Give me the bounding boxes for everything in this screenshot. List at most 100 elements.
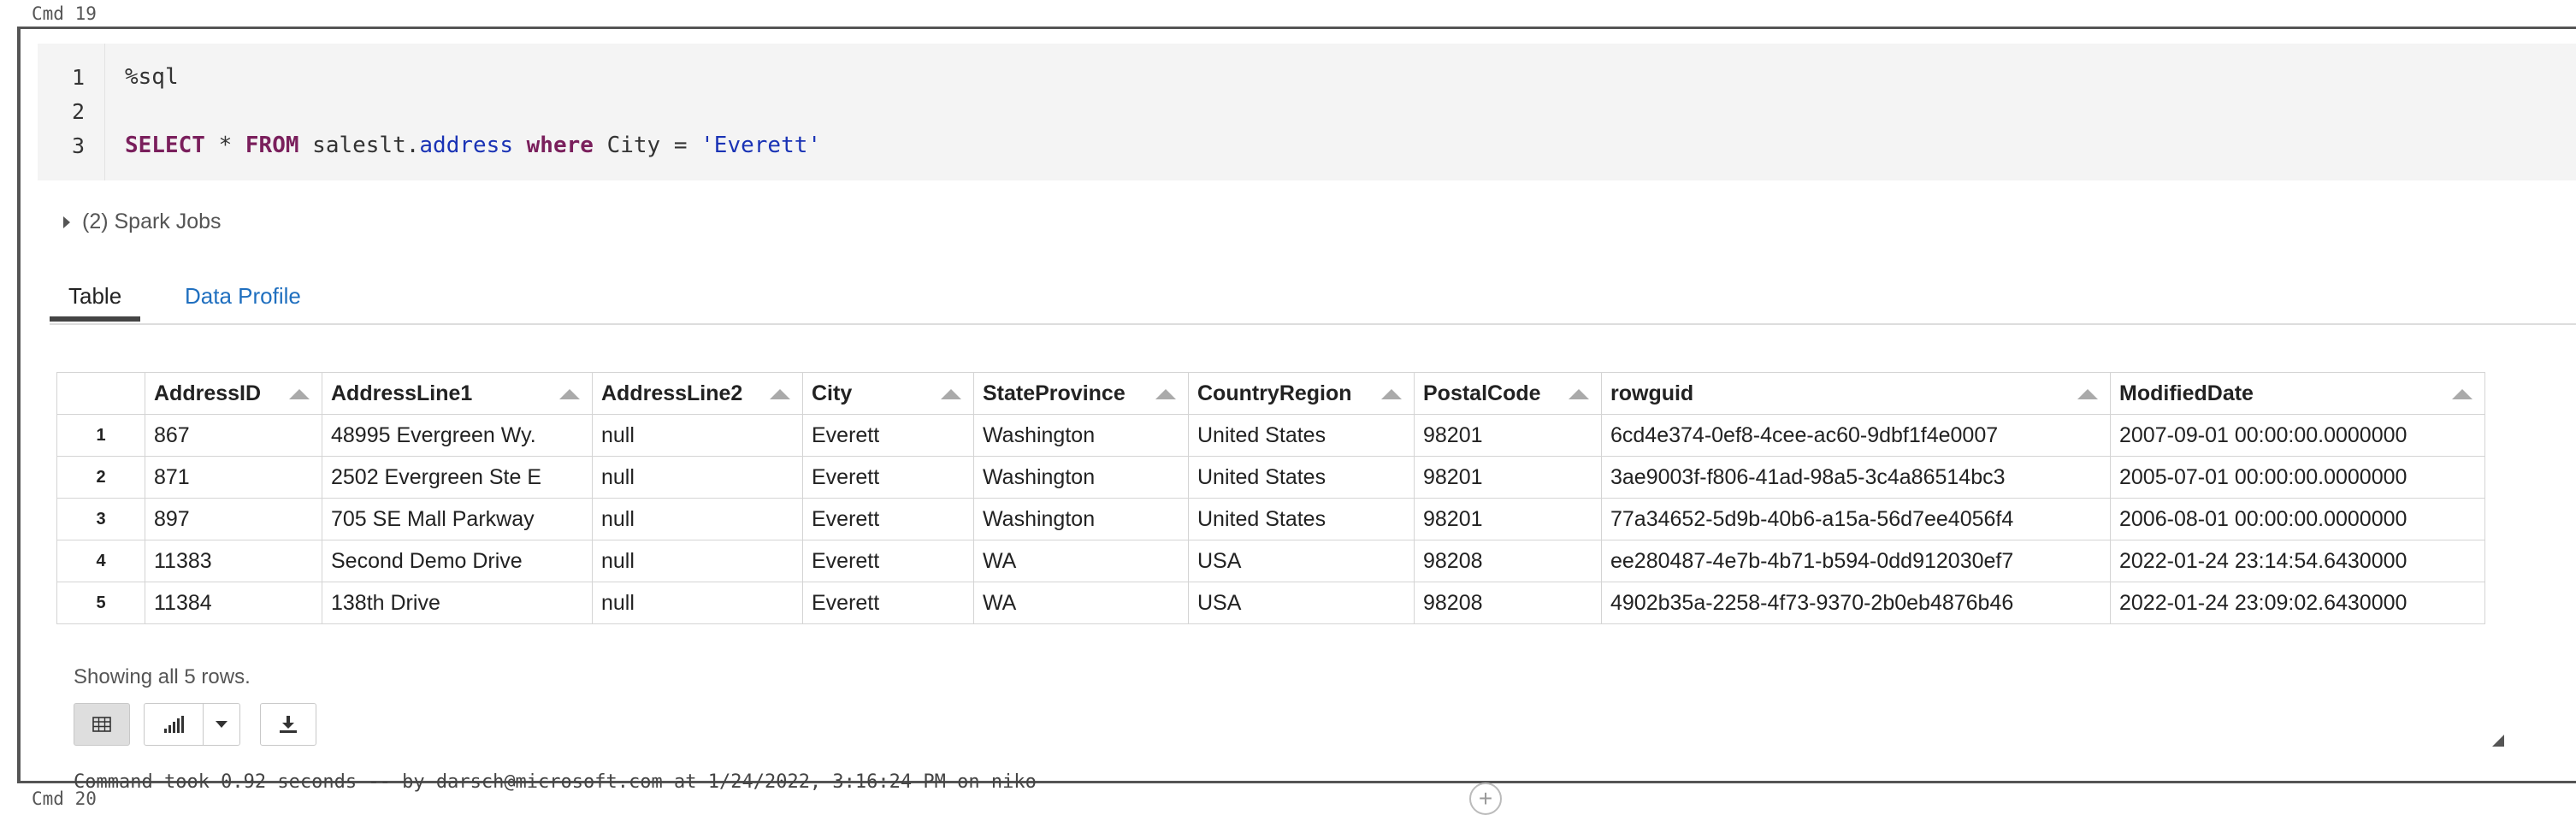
table-cell: null bbox=[592, 498, 803, 540]
sort-ascending-icon[interactable] bbox=[2452, 389, 2473, 399]
table-cell: Everett bbox=[802, 456, 974, 499]
column-header-addressline1[interactable]: AddressLine1 bbox=[322, 372, 593, 415]
table-cell: Washington bbox=[973, 414, 1189, 457]
tab-table[interactable]: Table bbox=[50, 279, 141, 322]
table-cell: United States bbox=[1188, 498, 1415, 540]
column-header-label: rowguid bbox=[1610, 381, 1694, 405]
column-header-addressline2[interactable]: AddressLine2 bbox=[592, 372, 803, 415]
table-row: 2 871 2502 Evergreen Ste E null Everett … bbox=[56, 456, 2485, 499]
table-cell: null bbox=[592, 414, 803, 457]
table-cell: 2502 Evergreen Ste E bbox=[322, 456, 593, 499]
sort-ascending-icon[interactable] bbox=[289, 389, 310, 399]
table-cell: 11384 bbox=[145, 582, 322, 624]
table-cell: null bbox=[592, 582, 803, 624]
column-header-city[interactable]: City bbox=[802, 372, 974, 415]
line-gutter: 1 2 3 bbox=[38, 44, 105, 180]
column-header-postalcode[interactable]: PostalCode bbox=[1414, 372, 1602, 415]
table-cell: null bbox=[592, 540, 803, 582]
sort-ascending-icon[interactable] bbox=[941, 389, 961, 399]
resize-handle[interactable] bbox=[2492, 735, 2504, 747]
results-table: AddressID AddressLine1 AddressLine2 City… bbox=[56, 372, 2485, 624]
table-cell: 98208 bbox=[1414, 582, 1602, 624]
result-tabs: Table Data Profile bbox=[50, 279, 2576, 325]
download-button[interactable] bbox=[260, 703, 316, 746]
code-editor[interactable]: 1 2 3 %sql SELECT * FROM saleslt.address… bbox=[38, 44, 2576, 180]
table-cell: Everett bbox=[802, 540, 974, 582]
notebook-cell: 1 2 3 %sql SELECT * FROM saleslt.address… bbox=[17, 27, 2576, 793]
line-number: 1 bbox=[72, 65, 86, 90]
column-header-label: StateProvince bbox=[983, 381, 1126, 405]
column-header-label: City bbox=[812, 381, 853, 405]
sort-ascending-icon[interactable] bbox=[559, 389, 580, 399]
sort-ascending-icon[interactable] bbox=[1381, 389, 1402, 399]
table-row: 3 897 705 SE Mall Parkway null Everett W… bbox=[56, 498, 2485, 540]
column-header-stateprovince[interactable]: StateProvince bbox=[973, 372, 1189, 415]
table-cell: 2005-07-01 00:00:00.0000000 bbox=[2110, 456, 2485, 499]
column-header-addressid[interactable]: AddressID bbox=[145, 372, 322, 415]
row-index: 2 bbox=[56, 456, 145, 499]
table-cell: 2007-09-01 00:00:00.0000000 bbox=[2110, 414, 2485, 457]
add-cell-button[interactable]: + bbox=[1469, 783, 1502, 815]
table-cell: 98201 bbox=[1414, 498, 1602, 540]
table-cell: 2006-08-01 00:00:00.0000000 bbox=[2110, 498, 2485, 540]
row-count-status: Showing all 5 rows. bbox=[74, 665, 251, 688]
row-index-header bbox=[56, 372, 145, 415]
sort-ascending-icon[interactable] bbox=[1155, 389, 1176, 399]
tab-data-profile[interactable]: Data Profile bbox=[166, 279, 320, 322]
code-schema: saleslt. bbox=[298, 133, 420, 158]
bar-chart-icon bbox=[164, 716, 184, 733]
column-header-label: AddressLine1 bbox=[331, 381, 473, 405]
row-index: 3 bbox=[56, 498, 145, 540]
column-header-label: AddressLine2 bbox=[601, 381, 743, 405]
line-number: 3 bbox=[72, 133, 86, 158]
sort-ascending-icon[interactable] bbox=[770, 389, 790, 399]
table-row: 4 11383 Second Demo Drive null Everett W… bbox=[56, 540, 2485, 582]
table-header-row: AddressID AddressLine1 AddressLine2 City… bbox=[56, 372, 2485, 415]
code-table-name: address bbox=[419, 133, 513, 158]
sort-ascending-icon[interactable] bbox=[1569, 389, 1589, 399]
table-cell: Second Demo Drive bbox=[322, 540, 593, 582]
line-number: 2 bbox=[72, 99, 86, 124]
table-cell: 98201 bbox=[1414, 414, 1602, 457]
table-cell: 98208 bbox=[1414, 540, 1602, 582]
table-view-icon bbox=[92, 717, 111, 732]
chart-type-dropdown[interactable] bbox=[203, 703, 240, 746]
table-cell: null bbox=[592, 456, 803, 499]
table-row: 1 867 48995 Evergreen Wy. null Everett W… bbox=[56, 414, 2485, 457]
code-condition: City = bbox=[593, 133, 701, 158]
cell-label-bottom: Cmd 20 bbox=[32, 788, 97, 809]
row-index: 5 bbox=[56, 582, 145, 624]
column-header-label: AddressID bbox=[154, 381, 262, 405]
column-header-label: PostalCode bbox=[1423, 381, 1541, 405]
plus-icon: + bbox=[1478, 785, 1493, 812]
chevron-down-icon bbox=[216, 721, 227, 728]
row-index: 1 bbox=[56, 414, 145, 457]
table-cell: WA bbox=[973, 540, 1189, 582]
table-cell: Everett bbox=[802, 498, 974, 540]
spark-jobs-label: (2) Spark Jobs bbox=[82, 210, 222, 233]
spark-jobs-toggle[interactable]: (2) Spark Jobs bbox=[63, 210, 222, 234]
table-cell: 871 bbox=[145, 456, 322, 499]
chart-view-button[interactable] bbox=[144, 703, 204, 746]
table-cell: 705 SE Mall Parkway bbox=[322, 498, 593, 540]
table-cell: 867 bbox=[145, 414, 322, 457]
table-cell: 11383 bbox=[145, 540, 322, 582]
table-cell: WA bbox=[973, 582, 1189, 624]
column-header-countryregion[interactable]: CountryRegion bbox=[1188, 372, 1415, 415]
code-string-literal: 'Everett' bbox=[700, 133, 822, 158]
caret-right-icon bbox=[63, 216, 70, 228]
code-line-1: %sql bbox=[125, 64, 179, 90]
table-cell: 2022-01-24 23:14:54.6430000 bbox=[2110, 540, 2485, 582]
column-header-modifieddate[interactable]: ModifiedDate bbox=[2110, 372, 2485, 415]
keyword-select: SELECT bbox=[125, 133, 205, 158]
table-view-button[interactable] bbox=[74, 703, 130, 746]
table-cell: 3ae9003f-f806-41ad-98a5-3c4a86514bc3 bbox=[1601, 456, 2111, 499]
code-star: * bbox=[204, 133, 245, 158]
table-cell: 6cd4e374-0ef8-4cee-ac60-9dbf1f4e0007 bbox=[1601, 414, 2111, 457]
column-header-rowguid[interactable]: rowguid bbox=[1601, 372, 2111, 415]
table-cell: USA bbox=[1188, 540, 1415, 582]
table-cell: Washington bbox=[973, 498, 1189, 540]
sort-ascending-icon[interactable] bbox=[2077, 389, 2098, 399]
keyword-where: where bbox=[526, 133, 594, 158]
table-cell: 98201 bbox=[1414, 456, 1602, 499]
